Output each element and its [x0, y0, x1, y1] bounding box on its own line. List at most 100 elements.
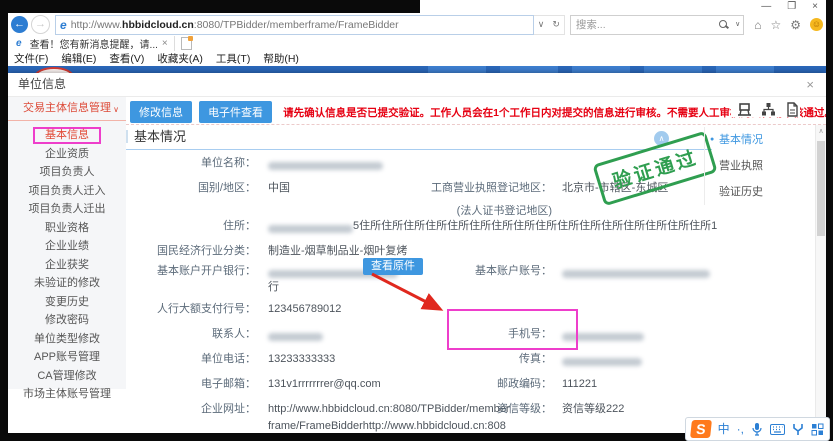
legal-region-note-wrap: (法人证书登记地区): [426, 203, 552, 219]
maximize-button[interactable]: ❐: [787, 1, 796, 12]
document-icon[interactable]: [785, 102, 800, 117]
org-chart-icon[interactable]: [761, 102, 776, 117]
row-pay-no: 人行大额支付行号： 123456789012: [126, 301, 341, 317]
sidebar-item-ca-management[interactable]: CA管理修改: [8, 367, 126, 386]
scroll-up-icon[interactable]: ∧: [816, 127, 826, 135]
wrench-icon[interactable]: [792, 423, 804, 436]
forward-button[interactable]: →: [31, 15, 50, 34]
menu-favorites[interactable]: 收藏夹(A): [157, 51, 203, 66]
home-icon[interactable]: ⌂: [754, 18, 761, 32]
sidebar-item-enterprise-qualification[interactable]: 企业资质: [8, 145, 126, 164]
toolbar-icons: [731, 102, 800, 117]
row-contact: 联系人： 手机号：: [126, 326, 323, 342]
search-icon[interactable]: [719, 20, 727, 28]
website-label: 企业网址：: [126, 401, 256, 417]
row-email: 电子邮箱： 131v1rrrrrrrer@qq.com 邮政编码： 111221: [126, 376, 381, 392]
address-bar[interactable]: e http://www.hbbidcloud.cn:8080/TPBidder…: [55, 15, 534, 35]
back-button[interactable]: ←: [11, 16, 28, 33]
refresh-icon[interactable]: ↻: [548, 19, 564, 30]
close-window-button[interactable]: ×: [812, 1, 818, 12]
sidebar-item-enterprise-performance[interactable]: 企业业绩: [8, 237, 126, 256]
ime-logo[interactable]: S: [690, 420, 712, 438]
browser-window: — ❐ × ← → e http://www.hbbidcloud.cn:808…: [8, 0, 826, 433]
sidebar-item-enterprise-awards[interactable]: 企业获奖: [8, 256, 126, 275]
credit-label: 资信等级：: [426, 401, 552, 417]
tab-bar: e 查看！您有新消息提醒，请... ×: [8, 36, 826, 51]
feedback-smiley-icon[interactable]: ☺: [810, 18, 823, 31]
url-dropdown-icon[interactable]: ∨: [534, 19, 549, 30]
sidebar-item-leader-transfer-out[interactable]: 项目负责人迁出: [8, 200, 126, 219]
menu-file[interactable]: 文件(F): [14, 51, 48, 66]
tab-title: 查看！您有新消息提醒，请...: [30, 36, 158, 51]
modal-title-text: 单位信息: [18, 77, 66, 91]
unit-name-value: [268, 155, 383, 171]
chevron-down-icon: ∨: [113, 98, 119, 121]
url-text: http://www.hbbidcloud.cn:8080/TPBidder/m…: [71, 19, 399, 31]
menu-tools[interactable]: 工具(T): [216, 51, 250, 66]
bank-label-spacer: [126, 279, 256, 295]
microphone-icon[interactable]: [751, 422, 763, 436]
grid-menu-icon[interactable]: [811, 423, 824, 436]
modal-titlebar: 单位信息 ×: [8, 73, 826, 97]
keyboard-icon[interactable]: [770, 424, 785, 435]
row-bank: 基本账户开户银行： 基本账户账号：: [126, 263, 398, 279]
sidebar-group-title[interactable]: 交易主体信息管理 ∨: [8, 97, 126, 121]
menu-view[interactable]: 查看(V): [109, 51, 144, 66]
email-label: 电子邮箱：: [126, 376, 256, 392]
sidebar-item-change-history[interactable]: 变更历史: [8, 293, 126, 312]
red-annotation-arrow: [364, 269, 456, 321]
modify-info-button[interactable]: 修改信息: [130, 101, 192, 123]
fax-pair: 传真：: [426, 351, 642, 367]
ime-language-toggle[interactable]: 中: [718, 419, 730, 439]
anchor-basic-info[interactable]: ●基本情况: [719, 127, 814, 153]
sidebar-item-leader-transfer-in[interactable]: 项目负责人迁入: [8, 182, 126, 201]
modal-close-icon[interactable]: ×: [806, 73, 814, 96]
anchor-verification-history[interactable]: 验证历史: [719, 179, 814, 205]
new-tab-button[interactable]: [181, 37, 192, 50]
modal-body: 交易主体信息管理 ∨ 基本信息 企业资质 项目负责人 项目负责人迁入 项目负责人…: [8, 97, 826, 433]
credit-pair: 资信等级： 资信等级222: [426, 401, 624, 417]
e-file-view-button[interactable]: 电子件查看: [199, 101, 272, 123]
menu-edit[interactable]: 编辑(E): [61, 51, 96, 66]
zip-value: 111221: [562, 376, 597, 392]
scrollbar-thumb[interactable]: [817, 141, 825, 236]
search-dropdown-icon[interactable]: ∨: [735, 20, 740, 28]
row-country: 国别/地区： 中国 工商营业执照登记地区： 北京市-市辖区-东城区: [126, 180, 290, 196]
screen: — ❐ × ← → e http://www.hbbidcloud.cn:808…: [0, 0, 833, 441]
minimize-button[interactable]: —: [761, 1, 771, 12]
window-titlebar: — ❐ ×: [8, 0, 826, 13]
tab-close-icon[interactable]: ×: [162, 38, 168, 49]
search-input[interactable]: 搜索... ∨: [570, 15, 744, 35]
redacted-value: [268, 162, 383, 170]
bank-label: 基本账户开户银行：: [126, 263, 256, 279]
sidebar-item-market-entity-account[interactable]: 市场主体账号管理: [8, 385, 126, 404]
window-controls: — ❐ ×: [761, 1, 818, 12]
browser-navbar: ← → e http://www.hbbidcloud.cn:8080/TPBi…: [8, 13, 826, 36]
legal-region-note: (法人证书登记地区): [426, 203, 552, 219]
sidebar-item-unverified-changes[interactable]: 未验证的修改: [8, 274, 126, 293]
ime-toolbar: S 中 ·,: [685, 417, 830, 441]
content-scrollbar[interactable]: ∧: [815, 125, 826, 433]
industry-value: 制造业-烟草制品业-烟叶复烤: [268, 243, 407, 259]
sidebar-item-project-leader[interactable]: 项目负责人: [8, 163, 126, 182]
active-bullet-icon: ●: [710, 127, 714, 153]
menu-help[interactable]: 帮助(H): [263, 51, 299, 66]
podium-people-icon[interactable]: [737, 102, 752, 117]
sidebar-item-change-password[interactable]: 修改密码: [8, 311, 126, 330]
row-website: 企业网址： http://www.hbbidcloud.cn:8080/TPBi…: [126, 401, 510, 417]
pay-no-label: 人行大额支付行号：: [126, 301, 256, 317]
browser-tab[interactable]: e 查看！您有新消息提醒，请... ×: [10, 36, 175, 51]
sidebar-item-app-account[interactable]: APP账号管理: [8, 348, 126, 367]
favorites-star-icon[interactable]: ☆: [770, 18, 781, 32]
sidebar-item-professional-qualification[interactable]: 职业资格: [8, 219, 126, 238]
mobile-highlight-box: [447, 309, 578, 350]
fax-value: [562, 351, 642, 367]
address-bar-controls: ∨ ↻: [534, 15, 565, 35]
sidebar-item-unit-type-change[interactable]: 单位类型修改: [8, 330, 126, 349]
settings-gear-icon[interactable]: ⚙: [790, 18, 801, 32]
row-website-line3-clipped: 0/...: [126, 430, 286, 433]
sidebar-item-basic-info[interactable]: 基本信息: [8, 126, 126, 145]
address-label: 住所：: [126, 218, 256, 234]
anchor-business-license[interactable]: 营业执照: [719, 153, 814, 179]
ime-punctuation-toggle[interactable]: ·,: [737, 419, 744, 439]
